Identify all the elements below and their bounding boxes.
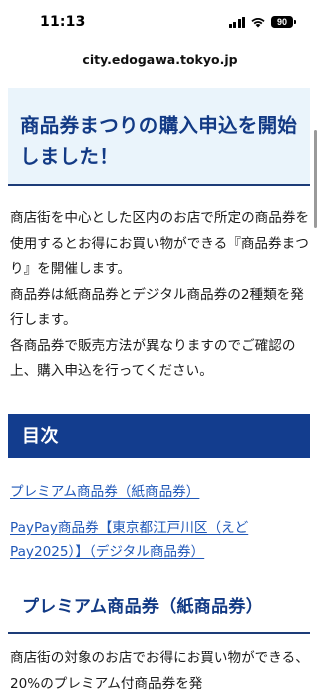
headline-box: 商品券まつりの購入申込を開始しました！: [8, 88, 310, 186]
section-body-text: 商店街の対象のお店でお得にお買い物ができる、20%のプレミアム付商品券を発: [10, 650, 309, 692]
battery-level: 90: [271, 16, 293, 28]
toc-link-paper-voucher[interactable]: プレミアム商品券（紙商品券）: [10, 480, 310, 504]
battery-icon: 90: [271, 16, 296, 28]
toc-heading: 目次: [8, 414, 310, 458]
page-title: 商品券まつりの購入申込を開始しました！: [20, 114, 298, 168]
status-time: 11:13: [40, 14, 86, 30]
url-display[interactable]: city.edogawa.tokyo.jp: [0, 52, 320, 67]
toc-link-paypay-voucher[interactable]: PayPay商品券【東京都江戸川区（えどPay2025）】（デジタル商品券）: [10, 516, 310, 564]
status-icons: 90: [228, 16, 296, 28]
cellular-signal-icon: [228, 16, 245, 28]
intro-paragraph: 商品券は紙商品券とデジタル商品券の2種類を発行します。: [10, 286, 304, 329]
intro-text: 商店街を中心とした区内のお店で所定の商品券を使用するとお得にお買い物ができる『商…: [10, 206, 310, 385]
section-heading: プレミアム商品券（紙商品券）: [8, 588, 310, 634]
wifi-icon: [251, 18, 265, 28]
scrollbar[interactable]: [314, 130, 317, 228]
toc-list: プレミアム商品券（紙商品券） PayPay商品券【東京都江戸川区（えどPay20…: [10, 480, 310, 564]
intro-paragraph: 各商品券で販売方法が異なりますのでご確認の上、購入申込を行ってください。: [10, 337, 296, 380]
intro-paragraph: 商店街を中心とした区内のお店で所定の商品券を使用するとお得にお買い物ができる『商…: [10, 210, 310, 277]
status-bar: 11:13 90: [0, 0, 320, 44]
